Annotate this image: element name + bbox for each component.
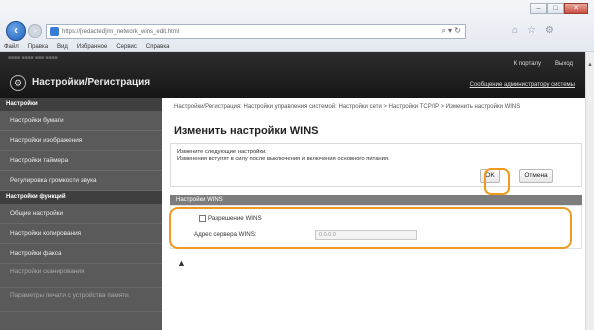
menu-edit[interactable]: Правка <box>28 42 48 52</box>
favorites-star-icon[interactable]: ☆ <box>527 25 536 36</box>
info-panel: Измените следующие настройки. Изменения … <box>170 143 582 187</box>
scroll-top-icon[interactable]: ▲ <box>177 258 186 268</box>
sidebar-item-display[interactable]: Настройки изображения <box>0 131 162 151</box>
device-info: ■■■■ ■■■■ ■■■ ■■■■ <box>8 55 58 61</box>
sidebar-item-fax[interactable]: Настройки факса <box>0 244 162 264</box>
home-icon[interactable]: ⌂ <box>512 25 518 36</box>
logout-link[interactable]: Выход <box>555 61 573 67</box>
settings-gear-icon[interactable]: ⚙ <box>545 25 554 36</box>
address-bar[interactable]: https://[redacted]/m_network_wins_edit.h… <box>46 24 466 39</box>
page-icon <box>50 27 59 36</box>
browser-chrome: – □ ✕ ‹ › https://[redacted]/m_network_w… <box>0 0 594 52</box>
settings-app-icon: ⚙ <box>10 75 26 91</box>
sidebar-item-memory-print[interactable]: Параметры печати с устройства памяти <box>0 288 162 312</box>
maximize-button[interactable]: □ <box>547 3 564 14</box>
admin-message-link[interactable]: Сообщение администратору системы <box>470 82 575 88</box>
menu-view[interactable]: Вид <box>57 42 68 52</box>
portal-link[interactable]: К порталу <box>514 61 541 67</box>
info-restart-text: Изменения вступят в силу после выключени… <box>177 156 390 162</box>
breadcrumb: Настройки/Регистрация: Настройки управле… <box>174 104 521 110</box>
header-links: К порталу Выход <box>514 61 573 67</box>
menu-help[interactable]: Справка <box>146 42 170 52</box>
page-title: Изменить настройки WINS <box>174 125 319 137</box>
settings-highlight <box>169 207 572 249</box>
url-text: https://[redacted]/m_network_wins_edit.h… <box>62 28 180 35</box>
menu-bar: Файл Правка Вид Избранное Сервис Справка <box>0 42 594 52</box>
sidebar-section-functions: Настройки функций <box>0 191 162 204</box>
menu-file[interactable]: Файл <box>4 42 19 52</box>
browser-toolbar-icons: ⌂ ☆ ⚙ <box>512 25 554 36</box>
window-controls: – □ ✕ <box>530 3 588 14</box>
ok-highlight <box>484 168 510 195</box>
vertical-scrollbar[interactable]: ▲ <box>585 52 594 330</box>
app-title: Настройки/Регистрация <box>32 77 151 88</box>
cancel-button[interactable]: Отмена <box>519 169 553 183</box>
info-text: Измените следующие настройки. <box>177 149 267 155</box>
section-header: Настройки WINS <box>170 195 582 205</box>
sidebar-item-timer[interactable]: Настройки таймера <box>0 151 162 171</box>
search-icon[interactable]: ⌕ ▾ ↻ <box>441 26 461 36</box>
sidebar-item-common[interactable]: Общие настройки <box>0 204 162 224</box>
device-header: ■■■■ ■■■■ ■■■ ■■■■ ⚙ Настройки/Регистрац… <box>0 52 585 98</box>
menu-tools[interactable]: Сервис <box>116 42 137 52</box>
sidebar-section-settings: Настройки <box>0 98 162 111</box>
back-button[interactable]: ‹ <box>6 21 26 41</box>
sidebar-item-copy[interactable]: Настройки копирования <box>0 224 162 244</box>
scroll-up-icon[interactable]: ▲ <box>586 62 594 68</box>
sidebar-item-scan[interactable]: Настройки сканирования <box>0 264 162 288</box>
menu-favorites[interactable]: Избранное <box>77 42 107 52</box>
forward-button[interactable]: › <box>28 24 42 38</box>
sidebar-item-paper[interactable]: Настройки бумаги <box>0 111 162 131</box>
minimize-button[interactable]: – <box>530 3 547 14</box>
close-button[interactable]: ✕ <box>564 3 588 14</box>
sidebar: Настройки Настройки бумаги Настройки изо… <box>0 98 162 330</box>
sidebar-item-volume[interactable]: Регулировка громкости звука <box>0 171 162 191</box>
